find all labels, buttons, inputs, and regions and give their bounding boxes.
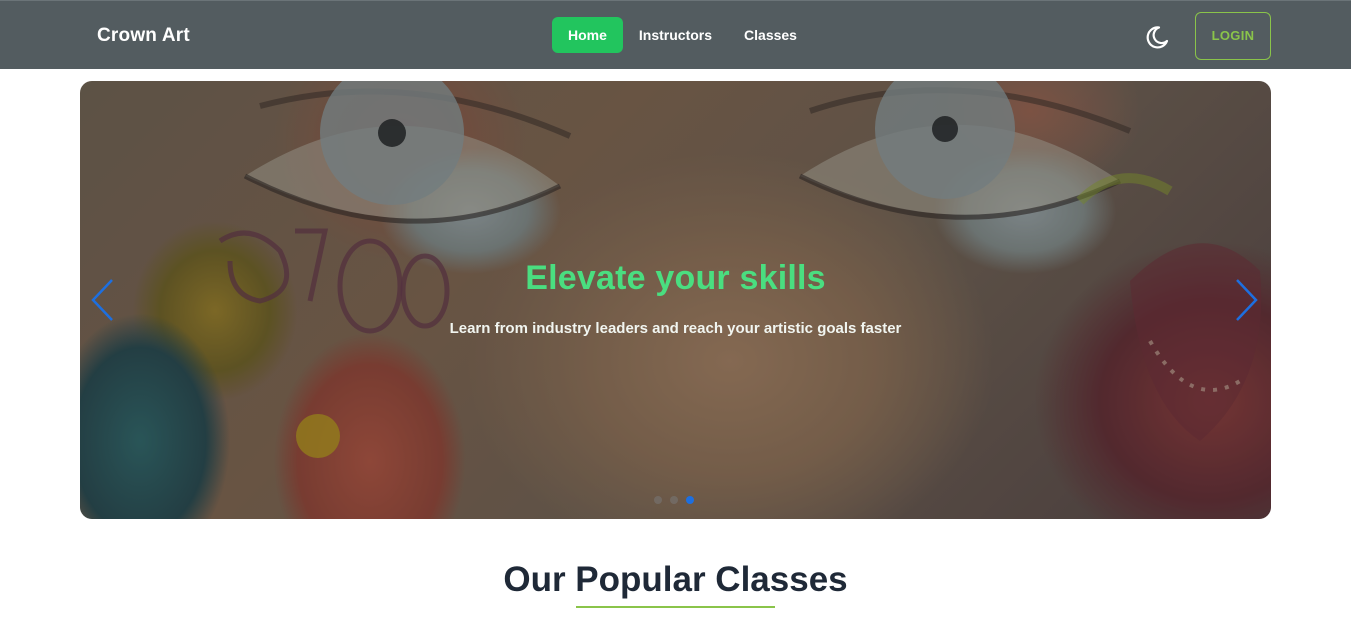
nav-link-classes[interactable]: Classes — [728, 17, 813, 53]
carousel-pagination — [654, 496, 694, 504]
chevron-left-icon — [91, 279, 113, 321]
section-title-popular-classes: Our Popular Classes — [503, 560, 848, 599]
carousel-dot-2[interactable] — [670, 496, 678, 504]
carousel-dot-1[interactable] — [654, 496, 662, 504]
login-button[interactable]: LOGIN — [1195, 12, 1271, 60]
hero-dark-overlay — [80, 81, 1271, 519]
moon-icon — [1146, 26, 1169, 49]
nav-link-instructors[interactable]: Instructors — [623, 17, 728, 53]
top-navbar: Crown Art Home Instructors Classes LOGIN — [0, 0, 1351, 69]
main-nav: Home Instructors Classes — [552, 17, 813, 53]
carousel-next-button[interactable] — [1231, 277, 1261, 323]
brand-logo[interactable]: Crown Art — [97, 25, 190, 47]
hero-carousel: Elevate your skills Learn from industry … — [80, 81, 1271, 519]
carousel-prev-button[interactable] — [88, 277, 118, 323]
carousel-dot-3[interactable] — [686, 496, 694, 504]
hero-subtitle: Learn from industry leaders and reach yo… — [449, 320, 902, 337]
hero-title: Elevate your skills — [525, 259, 826, 297]
nav-link-home[interactable]: Home — [552, 17, 623, 53]
chevron-right-icon — [1236, 279, 1258, 321]
section-title-underline — [576, 606, 775, 608]
theme-toggle-button[interactable] — [1144, 24, 1170, 50]
